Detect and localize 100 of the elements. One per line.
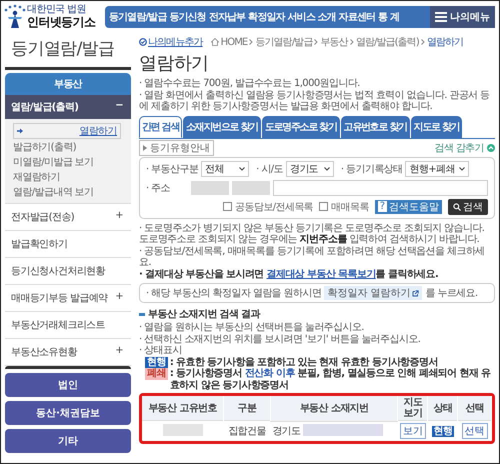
sidebar-item[interactable]: 부동산거래체크리스트 <box>5 312 131 339</box>
nav-link[interactable]: 등기신청 <box>169 10 206 24</box>
redacted-block <box>232 180 270 194</box>
nav-link[interactable]: 자료센터 <box>338 10 376 24</box>
column-header: 지도 보기 <box>398 396 428 420</box>
result-note: · 상태표시 <box>139 345 183 356</box>
external-link-icon <box>412 290 420 296</box>
sidebar-button[interactable]: 법인 <box>5 373 131 397</box>
menu-icon <box>435 12 447 22</box>
guide-button[interactable]: 등기유형안내 <box>139 140 214 156</box>
breadcrumb-link[interactable]: 부동산 <box>320 35 348 49</box>
expand-toggle[interactable]: + <box>115 345 123 359</box>
column-header: 구분 <box>224 396 270 420</box>
address-text: 경기도 <box>272 424 301 438</box>
page-title: 열람하기 <box>139 52 210 75</box>
field-label: · 부동산구분 <box>146 162 198 176</box>
search-tab[interactable]: 소재지번으로 찾기 <box>182 116 261 138</box>
column-header: 상태 <box>428 396 458 420</box>
sidebar-item-label: 등기신청사건처리현황 <box>11 265 106 278</box>
collapse-toggle[interactable]: − <box>115 100 123 114</box>
hide-search-link[interactable]: 검색 감추기 <box>434 140 484 154</box>
checkbox-label: 공동담보/전세목록 <box>235 200 314 214</box>
search-tab[interactable]: 고유번호로 찾기 <box>340 116 410 138</box>
sidebar-group-header[interactable]: 열람/발급(출력) − <box>5 95 131 119</box>
court-logo-icon <box>3 4 27 30</box>
column-header: 부동산 고유번호 <box>142 396 224 420</box>
submenu-link[interactable]: 발급하기(출력) <box>13 140 125 154</box>
notice-text: · 열람 화면에서 출력하신 열람용 등기사항증명서는 법적 효력이 없습니다. 관공서 등에 제출하기 위한 등기사항증명서는 발급용 화면에서 출력해야 합니다. <box>139 90 491 112</box>
nav-link[interactable]: 통 계 <box>378 10 399 24</box>
status-badge: 폐쇄 <box>145 368 168 380</box>
nav-link[interactable]: 전자납부 <box>208 10 246 24</box>
group-label: 열람/발급(출력) <box>11 101 78 114</box>
check-circle-icon <box>139 38 147 46</box>
notice-text: · 열람수수료는 700원, 발급수수료는 1,000원입니다. <box>139 78 361 90</box>
arrow-icon <box>17 128 23 134</box>
checkbox-label: 매매목록 <box>331 200 369 214</box>
field-label: · 주소 <box>146 182 171 194</box>
add-menu-link[interactable]: 나의메뉴추가 <box>139 35 203 49</box>
expand-toggle[interactable]: + <box>115 291 123 305</box>
section-marker-icon <box>139 312 145 316</box>
search-button[interactable]: 검색 <box>448 198 488 214</box>
triangle-right-icon <box>143 144 147 150</box>
sidebar-item[interactable]: 부동산소유현황 + <box>5 339 131 366</box>
submenu-link[interactable]: 재열람하기 <box>13 170 125 184</box>
chevron-down-icon <box>324 166 330 170</box>
my-menu-button[interactable]: 나의메뉴 <box>430 6 495 28</box>
sidebar-item[interactable]: 전자발급(전송) + <box>5 204 131 231</box>
sidebar-title: 등기열람/발급 <box>5 33 131 70</box>
logo-subtitle: 대한민국 법원 <box>27 5 87 16</box>
sidebar-item[interactable]: 매매등기부등 발급예약 + <box>5 285 131 312</box>
checkbox[interactable] <box>319 202 328 211</box>
breadcrumb-link[interactable]: HOME <box>220 36 248 48</box>
result-note: · 선택하신 소재지번의 위치를 보시려면 '보기' 버튼을 눌러주십시오. <box>139 334 422 345</box>
chevron-down-icon <box>458 166 465 170</box>
status-badge: 현행 <box>432 426 454 437</box>
column-header: 선택 <box>458 396 492 420</box>
checkbox[interactable] <box>223 202 232 211</box>
expand-toggle[interactable]: + <box>115 210 123 224</box>
sidebar-button[interactable]: 기타 <box>5 429 131 453</box>
submenu-link[interactable]: 열람하기 <box>13 123 121 139</box>
nav-link[interactable]: 등기열람/발급 <box>109 10 166 24</box>
site-title[interactable]: 인터넷등기소 <box>27 16 96 29</box>
breadcrumb-link[interactable]: 열람/발급(출력) <box>356 35 419 49</box>
section-title: 부동산 소재지번 검색 결과 <box>148 308 260 321</box>
tip-text: · 공동담보/전세목록, 매매목록를 등기기록에 포함하려면 해당 선택옵션을 체크하세요. <box>139 246 486 268</box>
submenu-link[interactable]: 열람/발급내역 보기 <box>13 185 125 199</box>
redacted-block <box>162 424 203 436</box>
submenu-link[interactable]: 미열람/미발급 보기 <box>13 155 125 169</box>
search-tab[interactable]: 간편 검색 <box>139 116 182 138</box>
status-badge: 현행 <box>145 356 168 368</box>
legend-text: : 유효한 등기사항을 포함하고 있는 현재 유효한 등기사항증명서 <box>170 356 438 368</box>
breadcrumb-link[interactable]: 등기열람/발급 <box>255 35 312 49</box>
billing-list-link[interactable]: 결제대상 부동산 목록보기 <box>266 268 376 280</box>
select-button[interactable]: 선택 <box>462 423 488 439</box>
search-help-button[interactable]: ? 검색도움말 <box>374 200 442 214</box>
sidebar-item[interactable]: 등기신청사건처리현황 <box>5 258 131 285</box>
sidebar-item-label: 부동산거래체크리스트 <box>11 319 106 332</box>
nav-link[interactable]: 서비스 소개 <box>288 10 336 24</box>
map-view-button[interactable]: 보기 <box>400 423 426 439</box>
sidebar-item-label: 발급확인하기 <box>11 238 68 251</box>
column-header: 부동산 소재지번 <box>270 396 398 420</box>
sidebar-item-label: 매매등기부등 발급예약 <box>11 292 108 305</box>
search-tab[interactable]: 지도로 찾기 <box>410 116 462 138</box>
search-tab[interactable]: 도로명주소로 찾기 <box>262 116 340 138</box>
dropdown-field[interactable]: 경기도 <box>286 160 334 176</box>
dropdown-field[interactable]: 전체 <box>201 160 250 176</box>
sidebar-button[interactable]: 동산·채권담보 <box>5 401 131 425</box>
collapse-icon[interactable] <box>487 144 495 152</box>
address-input[interactable] <box>273 180 488 196</box>
category-header[interactable]: 부동산 <box>5 73 131 95</box>
nav-link[interactable]: 확정일자 <box>248 10 285 24</box>
field-label: · 시/도 <box>256 162 283 176</box>
sidebar-item[interactable]: 발급확인하기 <box>5 231 131 258</box>
breadcrumb-link[interactable]: 열람하기 <box>426 35 464 49</box>
chevron-down-icon <box>239 166 246 170</box>
confirm-date-button[interactable]: 확정일자 열람하기 <box>324 286 422 300</box>
dropdown-field[interactable]: 현행+폐쇄 <box>405 160 469 176</box>
tip-text: · 도로명주소가 병기되지 않은 부동산 등기기록은 도로명주소로 조회되지 않습니다. 도로명주소로 조회되지 않는 경우에는 지번주소를 입력하여 검색하시기 바랍니다. <box>139 222 486 246</box>
info-text: 를 누르세요. <box>425 287 478 300</box>
chevron-right-icon <box>420 39 425 45</box>
